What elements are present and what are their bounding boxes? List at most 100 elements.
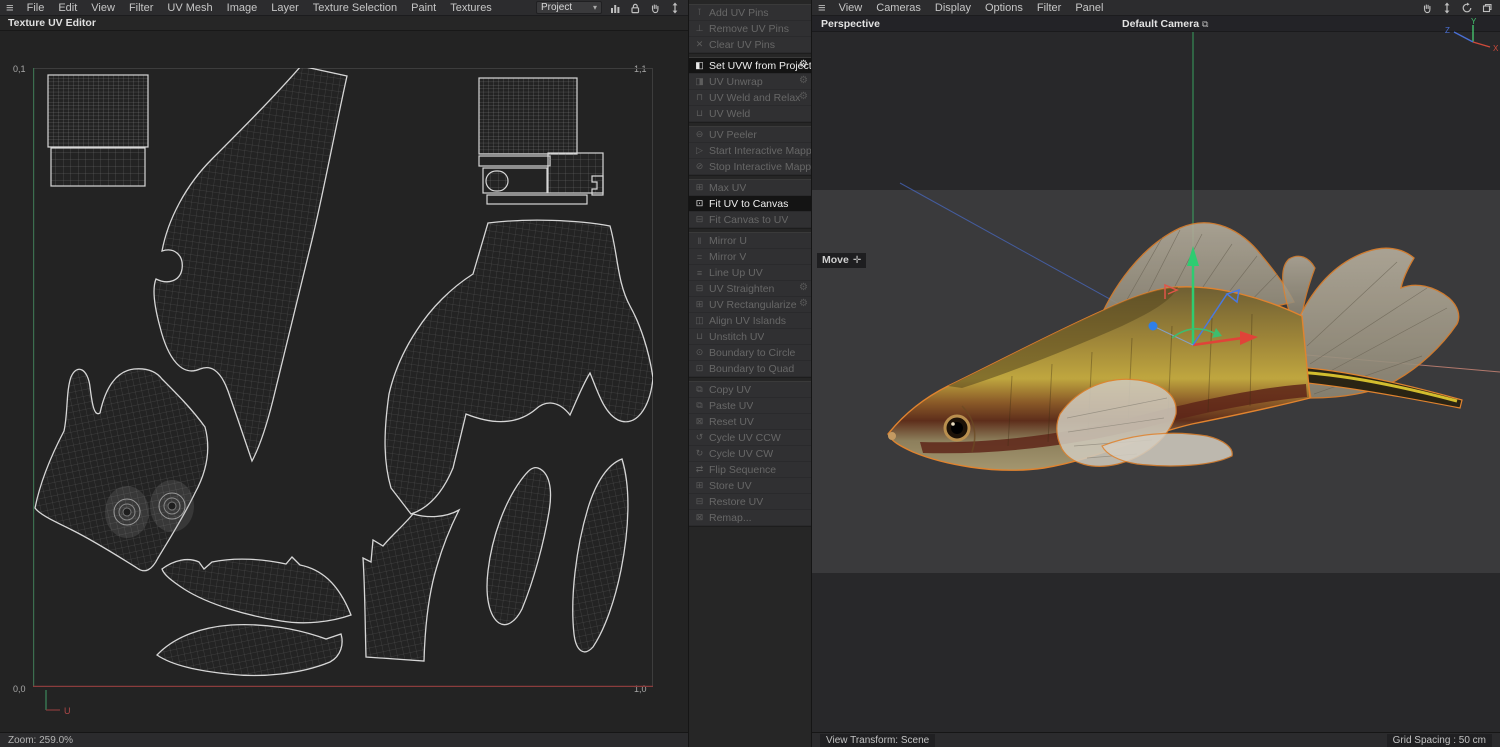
hamburger-icon[interactable]: ≡ [0, 0, 20, 15]
rotate-icon[interactable] [1460, 1, 1474, 14]
uv-command-group-4: ⊞Max UV⊡Fit UV to Canvas⊟Fit Canvas to U… [689, 179, 811, 229]
palette-item-label: Start Interactive Mapping [709, 145, 811, 157]
palette-item-label: Restore UV [709, 496, 763, 508]
palette-item-label: Line Up UV [709, 267, 763, 279]
3d-viewport[interactable]: Perspective Default Camera ⧉ Move ✛ Y Z … [812, 16, 1500, 732]
axis-y-label: Y [1471, 18, 1477, 26]
hamburger-icon[interactable]: ≡ [812, 0, 832, 15]
uv-canvas[interactable] [33, 68, 653, 687]
viewport-menubar: ≡ ViewCamerasDisplayOptionsFilterPanel [812, 0, 1500, 16]
gear-icon: ⚙ [799, 91, 808, 102]
uv-island-fin-3 [487, 468, 550, 625]
palette-item-label: Boundary to Circle [709, 347, 795, 359]
menu-edit[interactable]: Edit [51, 0, 84, 16]
palette-item-label: Align UV Islands [709, 315, 786, 327]
palette-item-remove-uv-pins: ⊥Remove UV Pins [689, 21, 811, 37]
menu-image[interactable]: Image [220, 0, 265, 16]
palette-item-label: Cycle UV CW [709, 448, 773, 460]
uv-command-group-3: ⊖UV Peeler ▷Start Interactive Mapping ⊘Sto… [689, 126, 811, 176]
uv-island-fin-1 [162, 557, 351, 623]
uv-editor-title: Texture UV Editor [8, 17, 96, 29]
gear-icon: ⚙ [799, 75, 808, 86]
hand-icon[interactable] [648, 1, 662, 14]
menu-display[interactable]: Display [928, 0, 978, 16]
uv-commands-panel: ⊺Add UV Pins⊥Remove UV Pins✕Clear UV Pin… [688, 0, 812, 747]
project-dropdown[interactable]: Project ▾ [536, 1, 602, 14]
palette-item-mirror-u: ‖Mirror U [689, 233, 811, 249]
menu-panel[interactable]: Panel [1068, 0, 1110, 16]
maximize-icon[interactable] [1480, 1, 1494, 14]
fish-eye [945, 416, 969, 440]
palette-item-label: UV Peeler [709, 129, 757, 141]
menu-filter[interactable]: Filter [122, 0, 160, 16]
menu-paint[interactable]: Paint [404, 0, 443, 16]
uv-command-palette-list: ⊺Add UV Pins⊥Remove UV Pins✕Clear UV Pin… [689, 0, 811, 527]
hand-icon[interactable] [1420, 1, 1434, 14]
uv-axis-gizmo: U [40, 686, 80, 720]
fit-uv-icon: ⊡ [693, 198, 706, 209]
palette-item-cycle-uv-cw: ↻Cycle UV CW [689, 446, 811, 462]
unwrap-icon: ◨ [693, 76, 706, 87]
palette-item-fit-canvas-to-uv: ⊟Fit Canvas to UV [689, 212, 811, 228]
palette-item-stop-interactive-mapping: ⊘Stop Interactive Mapping [689, 159, 811, 175]
max-uv-icon: ⊞ [693, 182, 706, 193]
3d-scene [812, 16, 1500, 732]
flip-sequence-icon: ⇄ [693, 464, 706, 475]
uv-command-group-6: ⧉Copy UV⧉Paste UV⊠Reset UV↺Cycle UV CCW↻… [689, 381, 811, 527]
menu-cameras[interactable]: Cameras [869, 0, 928, 16]
fish-model[interactable] [888, 223, 1462, 470]
dolly-icon[interactable] [668, 1, 682, 14]
chevron-down-icon: ▾ [593, 3, 597, 12]
palette-item-fit-uv-to-canvas[interactable]: ⊡Fit UV to Canvas [689, 196, 811, 212]
menu-texture-selection[interactable]: Texture Selection [306, 0, 404, 16]
pin-add-icon: ⊺ [693, 7, 706, 18]
zoom-level: Zoom: 259.0% [8, 735, 73, 746]
menu-view[interactable]: View [84, 0, 122, 16]
active-tool-label: Move ✛ [817, 253, 866, 268]
palette-item-label: UV Weld [709, 108, 750, 120]
viewport-header: Perspective Default Camera ⧉ [812, 16, 1500, 32]
histogram-icon[interactable] [608, 1, 622, 14]
palette-item-flip-sequence: ⇄Flip Sequence [689, 462, 811, 478]
stop-icon: ⊘ [693, 161, 706, 172]
menu-view[interactable]: View [832, 0, 870, 16]
camera-link-icon[interactable]: ⧉ [1202, 19, 1208, 30]
fit-canvas-icon: ⊟ [693, 214, 706, 225]
viewport-menus: ViewCamerasDisplayOptionsFilterPanel [832, 0, 1111, 16]
palette-item-set-uvw-from-projection[interactable]: ◧Set UVW from Projection⚙ [689, 58, 811, 74]
palette-item-label: Paste UV [709, 400, 753, 412]
uv-island-grid-block-b [479, 78, 603, 204]
menu-textures[interactable]: Textures [443, 0, 499, 16]
palette-item-label: Unstitch UV [709, 331, 764, 343]
uv-island-head [35, 369, 208, 571]
axis-z-label: Z [1445, 26, 1450, 35]
gear-icon[interactable]: ⚙ [799, 59, 808, 70]
palette-item-label: Max UV [709, 182, 746, 194]
palette-item-unstitch-uv: ⊔Unstitch UV [689, 329, 811, 345]
palette-item-boundary-to-circle: ⊙Boundary to Circle [689, 345, 811, 361]
palette-item-cycle-uv-ccw: ↺Cycle UV CCW [689, 430, 811, 446]
palette-item-uv-peeler: ⊖UV Peeler [689, 127, 811, 143]
play-icon: ▷ [693, 145, 706, 156]
palette-item-label: Fit Canvas to UV [709, 214, 788, 226]
palette-item-copy-uv: ⧉Copy UV [689, 382, 811, 398]
palette-item-add-uv-pins: ⊺Add UV Pins [689, 5, 811, 21]
cycle-ccw-icon: ↺ [693, 432, 706, 443]
palette-item-label: Boundary to Quad [709, 363, 794, 375]
uv-editor-canvas-area[interactable]: 0,1 1,1 0,0 1,0 [0, 31, 688, 732]
viewport-camera[interactable]: Default Camera ⧉ [1122, 18, 1208, 30]
palette-item-store-uv: ⊞Store UV [689, 478, 811, 494]
menu-file[interactable]: File [20, 0, 52, 16]
palette-item-label: UV Rectangularize [709, 299, 797, 311]
lock-icon[interactable] [628, 1, 642, 14]
mirror-u-icon: ‖ [693, 236, 706, 246]
menu-uv-mesh[interactable]: UV Mesh [160, 0, 219, 16]
dolly-icon[interactable] [1440, 1, 1454, 14]
palette-item-uv-rectangularize: ⊞UV Rectangularize⚙ [689, 297, 811, 313]
active-tool-name: Move [822, 254, 849, 266]
menu-options[interactable]: Options [978, 0, 1030, 16]
menu-filter[interactable]: Filter [1030, 0, 1068, 16]
menu-layer[interactable]: Layer [264, 0, 306, 16]
uv-island-grid-block-a [48, 75, 148, 186]
gizmo-blue-handle[interactable] [1149, 322, 1158, 331]
